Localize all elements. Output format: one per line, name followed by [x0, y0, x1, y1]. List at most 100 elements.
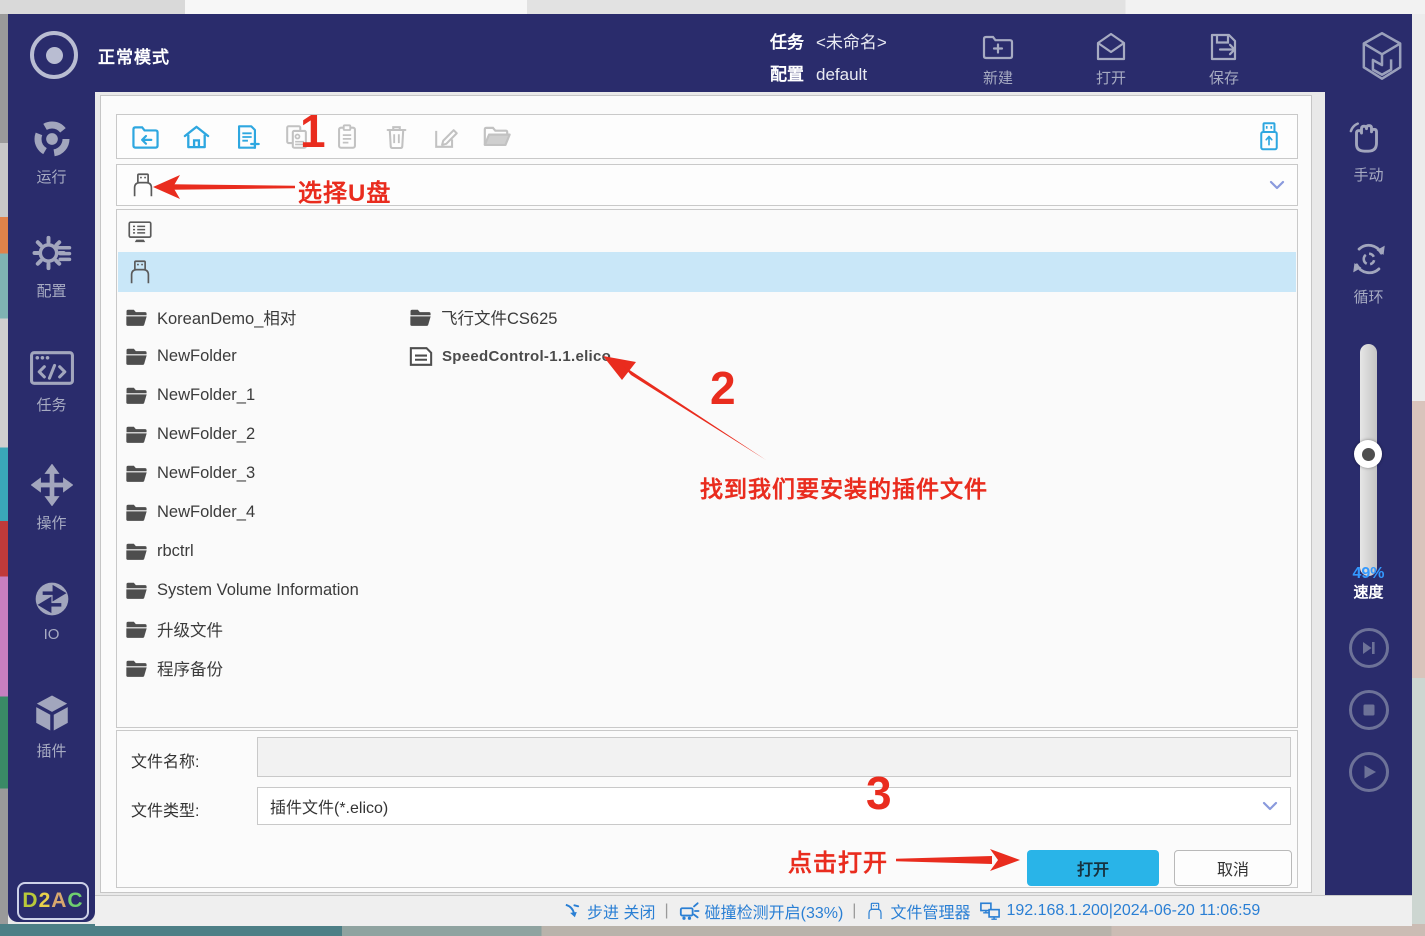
file-item-folder[interactable]: NewFolder_2	[125, 419, 255, 449]
network-time-status: 192.168.1.200|2024-06-20 11:06:59	[979, 901, 1260, 921]
folder-icon	[125, 464, 148, 483]
annotation-step3-number: 3	[866, 770, 892, 816]
top-bar: 正常模式 任务 <未命名> 配置 default 新建	[8, 14, 1412, 92]
file-item-folder[interactable]: 升级文件	[125, 614, 223, 644]
task-code-icon	[29, 348, 75, 388]
run-icon	[31, 118, 73, 160]
collision-icon	[678, 901, 700, 921]
computer-icon	[126, 218, 154, 246]
file-type-select[interactable]: 插件文件(*.elico)	[257, 787, 1291, 825]
file-item-folder[interactable]: NewFolder	[125, 341, 237, 371]
file-item-label: KoreanDemo_相对	[157, 305, 296, 329]
save-task-icon	[1206, 30, 1242, 64]
document-icon	[409, 346, 433, 367]
usb-eject-button[interactable]	[1255, 121, 1283, 152]
file-item-folder[interactable]: KoreanDemo_相对	[125, 302, 296, 332]
file-type-label: 文件类型:	[131, 797, 199, 821]
file-item-folder[interactable]: 程序备份	[125, 653, 223, 683]
file-item-label: NewFolder	[157, 347, 237, 366]
step-mode-icon	[563, 902, 582, 921]
speed-readout: 49% 速度	[1325, 564, 1412, 602]
left-sidebar: 运行 配置 任务	[8, 92, 95, 922]
config-value: default	[816, 62, 867, 87]
speed-slider-thumb[interactable]	[1354, 440, 1382, 468]
home-button[interactable]	[182, 123, 211, 150]
file-item-label: 升级文件	[157, 617, 223, 641]
open-button[interactable]: 打开	[1027, 850, 1159, 886]
file-item-label: 程序备份	[157, 656, 223, 680]
folder-icon	[125, 386, 148, 405]
new-task-icon	[980, 30, 1016, 64]
sidebar-item-config[interactable]: 配置	[8, 232, 95, 301]
file-item-label: SpeedControl-1.1.elico	[442, 348, 611, 365]
usb-drive-icon	[126, 258, 154, 286]
new-task-button[interactable]: 新建	[980, 30, 1016, 88]
robot-model-badge: D2AC	[17, 882, 89, 920]
sidebar-item-manual[interactable]: 手动	[1325, 118, 1412, 185]
file-item-label: System Volume Information	[157, 581, 359, 600]
drive-row-computer[interactable]	[118, 212, 1296, 252]
step-forward-button[interactable]	[1349, 628, 1389, 668]
new-file-button[interactable]	[233, 123, 261, 151]
play-icon	[1359, 762, 1379, 782]
separator: |	[852, 902, 856, 920]
rename-button[interactable]	[432, 123, 460, 151]
file-item-folder[interactable]: 飞行文件CS625	[409, 302, 557, 332]
speed-slider-track[interactable]	[1360, 344, 1377, 576]
file-item-folder[interactable]: rbctrl	[125, 536, 194, 566]
manual-hand-icon	[1347, 118, 1391, 158]
config-label: 配置	[770, 62, 804, 87]
task-config-info: 任务 <未命名> 配置 default	[770, 30, 887, 94]
file-toolbar	[116, 114, 1298, 159]
jog-arrows-icon	[31, 464, 73, 506]
file-item-folder[interactable]: NewFolder_1	[125, 380, 255, 410]
brand-cube-icon	[1358, 31, 1406, 81]
file-list-panel: KoreanDemo_相对 NewFolder NewFolder_1 NewF…	[116, 209, 1298, 728]
separator: |	[664, 902, 668, 920]
file-item-plugin-file[interactable]: SpeedControl-1.1.elico	[409, 341, 611, 371]
file-name-input[interactable]	[257, 737, 1291, 777]
cancel-button[interactable]: 取消	[1174, 850, 1292, 886]
desktop-left-strip	[0, 14, 8, 936]
open-task-icon	[1093, 30, 1129, 64]
sidebar-item-task[interactable]: 任务	[8, 348, 95, 415]
open-folder-button[interactable]	[482, 123, 512, 150]
sidebar-item-loop[interactable]: 循环	[1325, 238, 1412, 307]
usb-drive-icon	[865, 901, 885, 921]
open-task-button[interactable]: 打开	[1093, 30, 1129, 88]
stop-button[interactable]	[1349, 690, 1389, 730]
top-actions: 新建 打开 保存	[980, 30, 1242, 88]
file-item-label: NewFolder_4	[157, 503, 255, 522]
task-value: <未命名>	[816, 30, 887, 55]
paste-button[interactable]	[333, 123, 361, 151]
plugin-cube-icon	[31, 692, 73, 734]
folder-icon	[125, 659, 148, 678]
folder-icon	[125, 308, 148, 327]
save-task-button[interactable]: 保存	[1206, 30, 1242, 88]
folder-icon	[409, 308, 432, 327]
file-item-folder[interactable]: NewFolder_3	[125, 458, 255, 488]
folder-icon	[125, 347, 148, 366]
file-type-value: 插件文件(*.elico)	[270, 794, 388, 818]
mode-ring-icon	[30, 31, 78, 79]
sidebar-item-jog[interactable]: 操作	[8, 464, 95, 533]
file-item-folder[interactable]: NewFolder_4	[125, 497, 255, 527]
robot-control-screen: 正常模式 任务 <未命名> 配置 default 新建	[0, 0, 1425, 936]
annotation-step2-label: 找到我们要安装的插件文件	[700, 470, 988, 504]
file-item-label: NewFolder_1	[157, 386, 255, 405]
file-item-folder[interactable]: System Volume Information	[125, 575, 359, 605]
collision-detection-status: 碰撞检测开启(33%)	[678, 899, 844, 923]
mode-indicator: 正常模式	[30, 31, 170, 79]
loop-icon	[1348, 238, 1390, 280]
file-item-label: rbctrl	[157, 542, 194, 561]
network-icon	[979, 901, 1001, 921]
annotation-step1-number: 1	[300, 108, 326, 154]
sidebar-item-plugin[interactable]: 插件	[8, 692, 95, 761]
sidebar-item-run[interactable]: 运行	[8, 118, 95, 187]
folder-up-button[interactable]	[131, 123, 160, 150]
delete-button[interactable]	[383, 123, 410, 151]
folder-icon	[125, 503, 148, 522]
sidebar-item-io[interactable]: IO	[8, 578, 95, 643]
play-button[interactable]	[1349, 752, 1389, 792]
drive-row-usb-selected[interactable]	[118, 252, 1296, 292]
